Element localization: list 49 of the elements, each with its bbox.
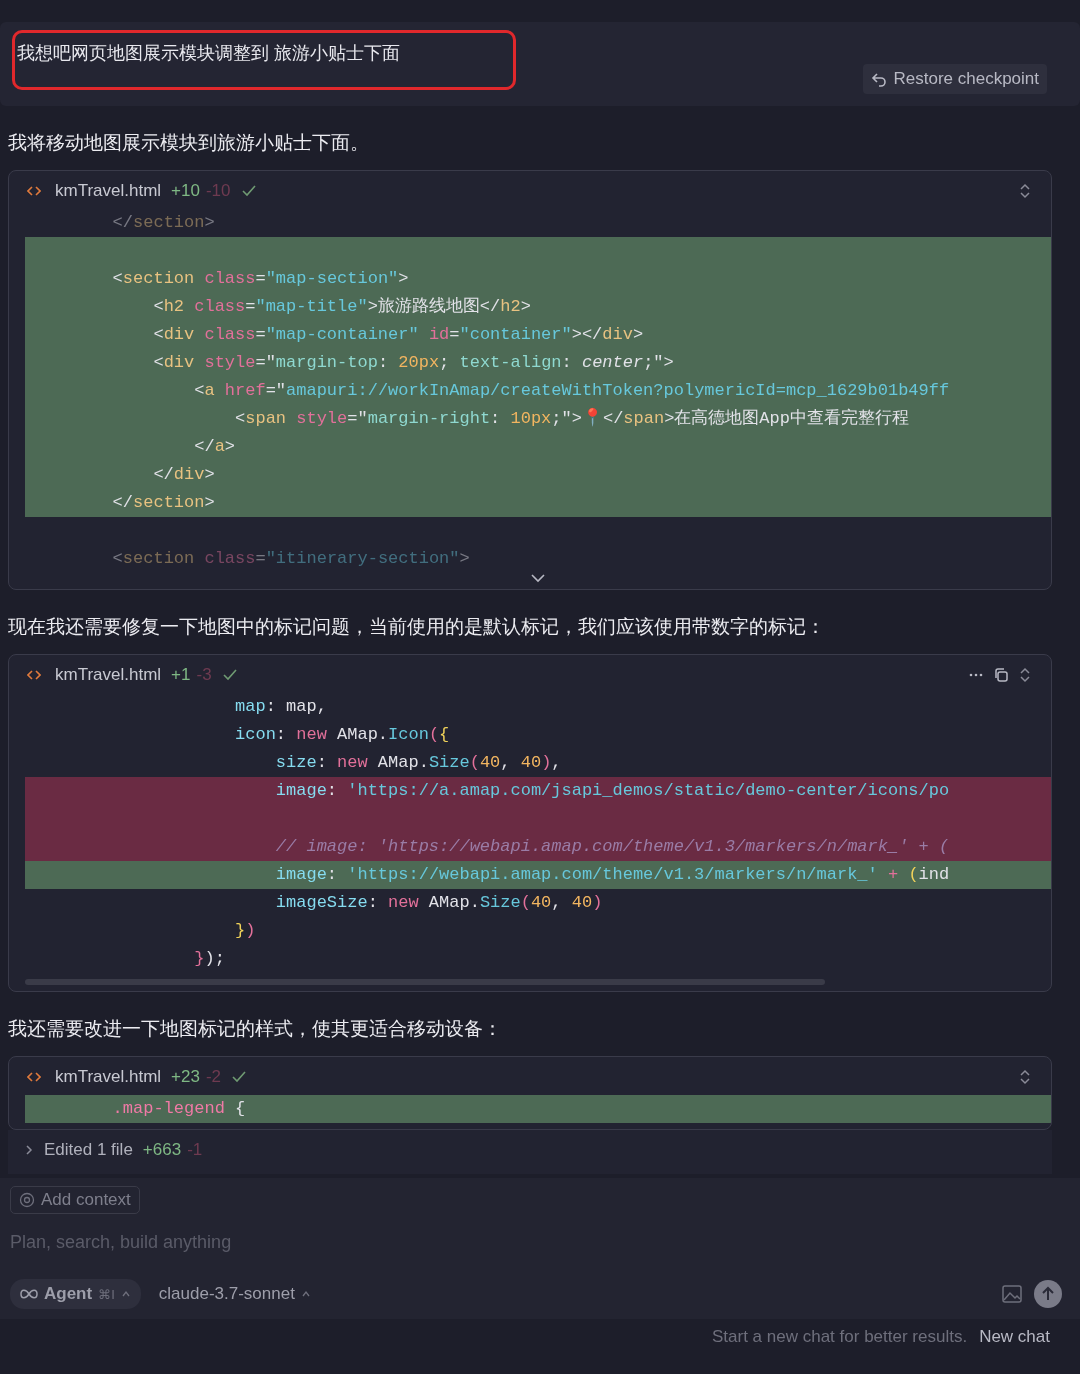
code-line: imageSize: new AMap.Size(40, 40) (274, 892, 604, 914)
more-icon[interactable] (969, 673, 983, 677)
added-count: +1 (171, 665, 191, 685)
chevron-right-icon[interactable] (24, 1144, 34, 1156)
undo-icon (871, 71, 888, 87)
restore-checkpoint-button[interactable]: Restore checkpoint (863, 64, 1047, 94)
code-file-icon (27, 1071, 41, 1083)
code-line: }) (234, 920, 257, 942)
expand-collapse-icon[interactable] (1019, 182, 1031, 200)
code-file-icon (27, 185, 41, 197)
agent-mode-button[interactable]: Agent ⌘I (10, 1279, 141, 1309)
assistant-text: 我将移动地图展示模块到旅游小贴士下面。 (8, 131, 370, 155)
new-chat-link[interactable]: New chat (979, 1327, 1050, 1347)
arrow-up-icon (1041, 1286, 1055, 1302)
expand-collapse-icon[interactable] (1019, 666, 1031, 684)
caret-up-icon (120, 1290, 131, 1298)
code-line: <section class="itinerary-section"> (111, 548, 471, 570)
code-line: size: new AMap.Size(40, 40), (274, 752, 563, 774)
added-count: +10 (171, 181, 200, 201)
file-name[interactable]: kmTravel.html (55, 665, 162, 685)
code-line: icon: new AMap.Icon({ (234, 724, 451, 746)
expand-collapse-icon[interactable] (1019, 1068, 1031, 1086)
code-file-icon (27, 669, 41, 681)
removed-count: -10 (205, 181, 231, 201)
horizontal-scrollbar[interactable] (25, 979, 825, 985)
added-count: +23 (171, 1067, 200, 1087)
send-button[interactable] (1034, 1280, 1062, 1308)
add-context-button[interactable]: Add context (10, 1186, 140, 1214)
image-icon[interactable] (1002, 1285, 1022, 1303)
added-count: +663 (142, 1140, 182, 1160)
edited-files-summary[interactable]: Edited 1 file (44, 1140, 133, 1160)
removed-count: -2 (205, 1067, 222, 1087)
code-line: </section> (111, 212, 216, 234)
file-name[interactable]: kmTravel.html (55, 1067, 162, 1087)
copy-icon[interactable] (993, 667, 1009, 683)
model-selector[interactable]: claude-3.7-sonnet (152, 1283, 317, 1305)
code-line: map: map, (234, 696, 328, 718)
at-sign-icon (19, 1192, 35, 1208)
removed-count: -1 (187, 1140, 203, 1160)
assistant-text: 现在我还需要修复一下地图中的标记问题，当前使用的是默认标记，我们应该使用带数字的标记： (8, 615, 826, 639)
new-chat-hint: Start a new chat for better results. (712, 1327, 968, 1347)
caret-up-icon (300, 1290, 311, 1298)
assistant-text: 我还需要改进一下地图标记的样式，使其更适合移动设备： (8, 1017, 503, 1041)
removed-count: -3 (196, 665, 212, 685)
infinity-icon (20, 1289, 38, 1299)
code-line: }); (193, 948, 226, 970)
user-message: 我想吧网页地图展示模块调整到 旅游小贴士下面 (12, 30, 516, 90)
file-name[interactable]: kmTravel.html (55, 181, 162, 201)
chevron-down-icon[interactable] (530, 573, 546, 583)
